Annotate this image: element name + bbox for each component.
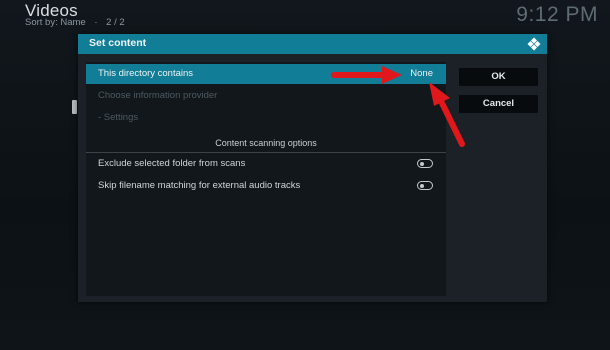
information-provider-setting: Choose information provider (86, 86, 446, 106)
toggle-knob (420, 183, 424, 188)
toggle-knob (420, 161, 424, 166)
ok-button[interactable]: OK (459, 68, 538, 86)
dialog-header: Set content (78, 34, 547, 54)
sort-info: Sort by: Name · 2 / 2 (25, 17, 131, 28)
directory-contains-label: This directory contains (98, 68, 194, 79)
kodi-logo-icon (527, 37, 541, 51)
settings-list: This directory contains None Choose info… (86, 62, 446, 296)
exclude-folder-label: Exclude selected folder from scans (98, 158, 246, 169)
information-provider-label: Choose information provider (98, 90, 218, 101)
settings-setting: - Settings (86, 108, 446, 128)
directory-contains-setting[interactable]: This directory contains None (86, 64, 446, 84)
skip-filename-label: Skip filename matching for external audi… (98, 180, 301, 191)
side-menu-handle[interactable] (72, 100, 77, 114)
clock: 9:12 PM (516, 3, 598, 26)
set-content-dialog: Set content This directory contains None… (78, 34, 547, 302)
settings-label: - Settings (98, 112, 139, 123)
sort-order: Sort by: Name (25, 17, 86, 28)
page-count: 2 / 2 (106, 17, 125, 28)
skip-filename-setting[interactable]: Skip filename matching for external audi… (86, 176, 446, 196)
section-header: Content scanning options (215, 138, 317, 148)
toggle-off-icon[interactable] (417, 159, 433, 168)
directory-contains-value: None (410, 68, 433, 79)
section-divider (86, 152, 446, 153)
cancel-button[interactable]: Cancel (459, 95, 538, 113)
page-separator: · (94, 17, 98, 28)
dialog-title: Set content (89, 37, 147, 49)
exclude-folder-setting[interactable]: Exclude selected folder from scans (86, 154, 446, 174)
toggle-off-icon[interactable] (417, 181, 433, 190)
